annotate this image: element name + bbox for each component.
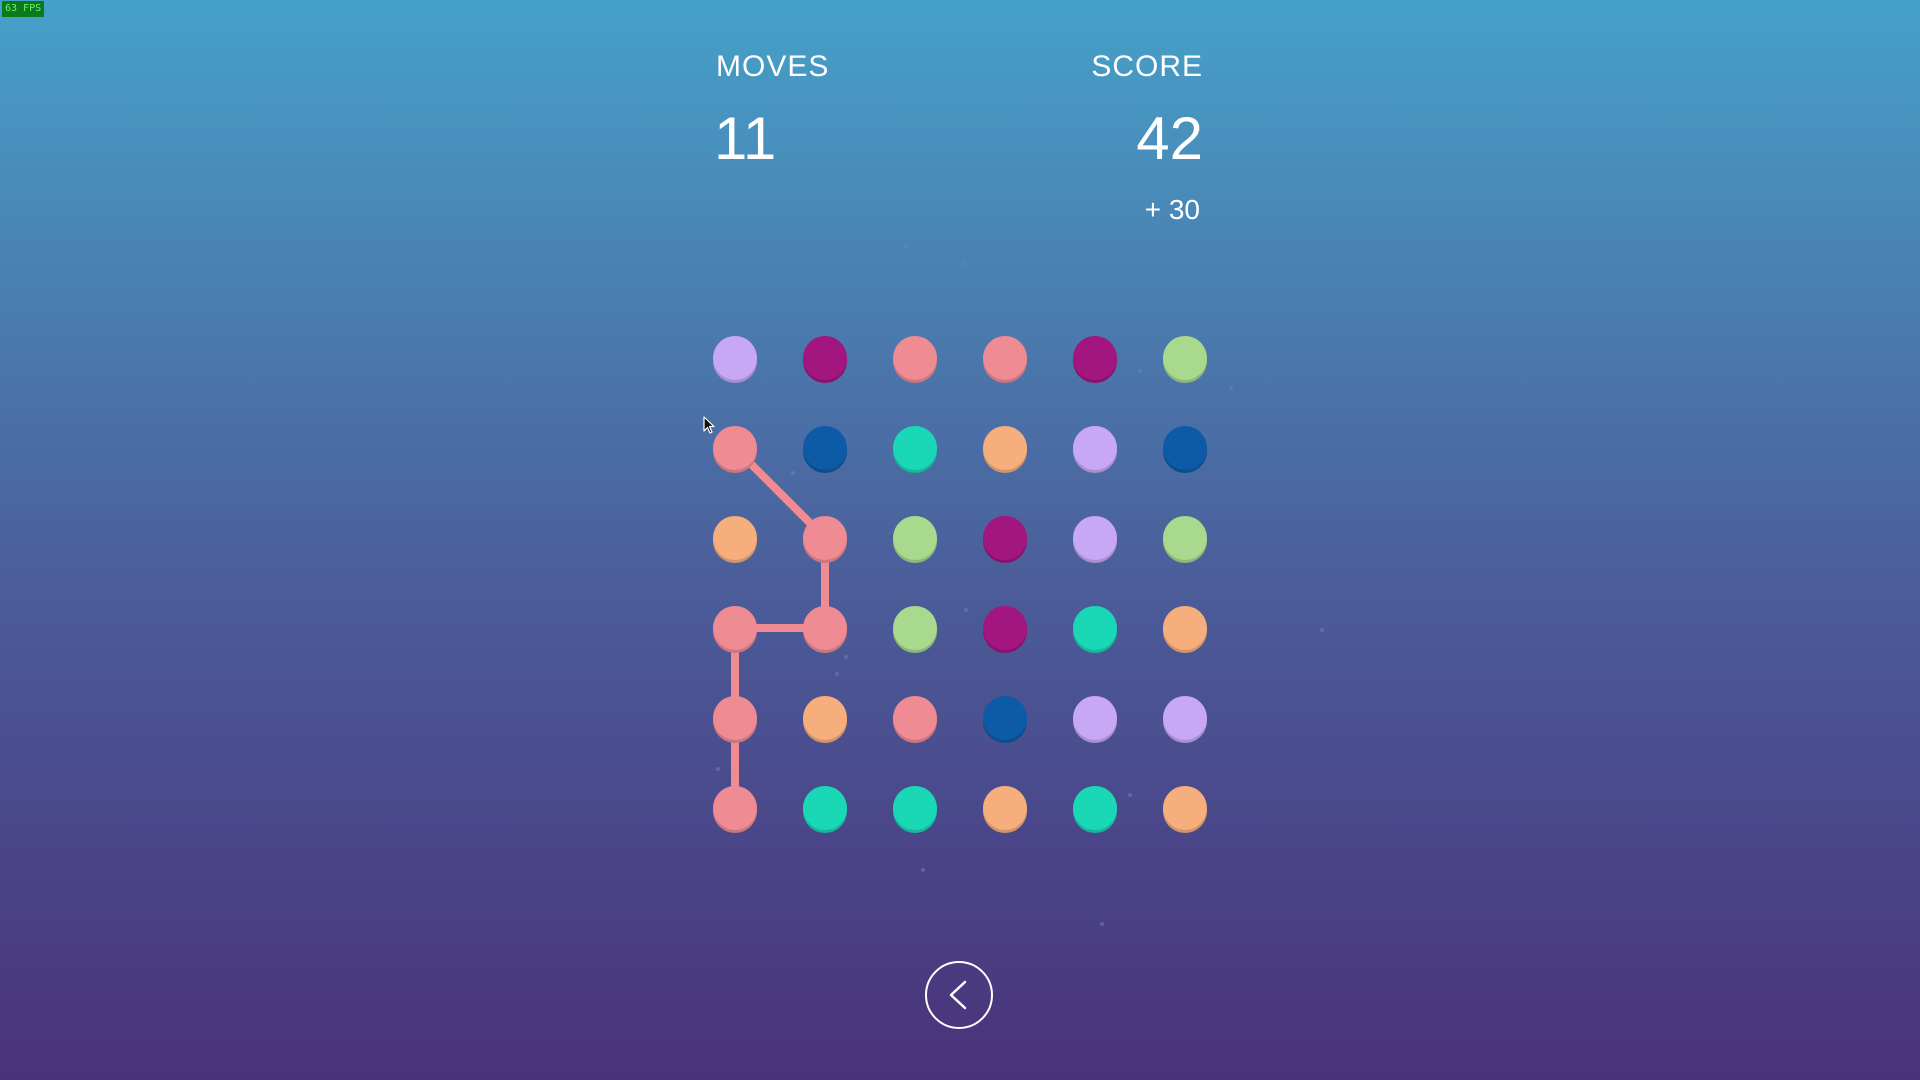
dot-green[interactable] [1163,516,1207,563]
dot-pink[interactable] [713,786,757,833]
dot-blue[interactable] [803,426,847,473]
dot-lavender[interactable] [1073,516,1117,563]
dot-lavender[interactable] [1163,696,1207,743]
dot-grid [713,336,1207,833]
dot-pink[interactable] [983,336,1027,383]
dot-magenta[interactable] [983,606,1027,653]
dot-pink[interactable] [893,336,937,383]
dot-orange[interactable] [803,696,847,743]
dot-blue[interactable] [983,696,1027,743]
dot-teal[interactable] [893,786,937,833]
dot-lavender[interactable] [1073,426,1117,473]
dot-magenta[interactable] [983,516,1027,563]
dot-orange[interactable] [983,426,1027,473]
dot-orange[interactable] [1163,786,1207,833]
dot-teal[interactable] [1073,606,1117,653]
chevron-left-icon [949,980,967,1010]
dot-teal[interactable] [1073,786,1117,833]
dot-lavender[interactable] [1073,696,1117,743]
dot-pink[interactable] [713,606,757,653]
dot-pink[interactable] [713,426,757,473]
dot-pink[interactable] [713,696,757,743]
dot-teal[interactable] [893,426,937,473]
dot-teal[interactable] [803,786,847,833]
dot-magenta[interactable] [803,336,847,383]
dot-orange[interactable] [983,786,1027,833]
dot-pink[interactable] [803,606,847,653]
dot-green[interactable] [1163,336,1207,383]
dot-blue[interactable] [1163,426,1207,473]
back-button[interactable] [925,961,993,1029]
dot-green[interactable] [893,606,937,653]
dot-green[interactable] [893,516,937,563]
game-board [713,130,1324,926]
mouse-cursor-icon [703,416,715,434]
dot-magenta[interactable] [1073,336,1117,383]
dot-pink[interactable] [893,696,937,743]
dot-lavender[interactable] [713,336,757,383]
dot-orange[interactable] [1163,606,1207,653]
dot-pink[interactable] [803,516,847,563]
dot-orange[interactable] [713,516,757,563]
